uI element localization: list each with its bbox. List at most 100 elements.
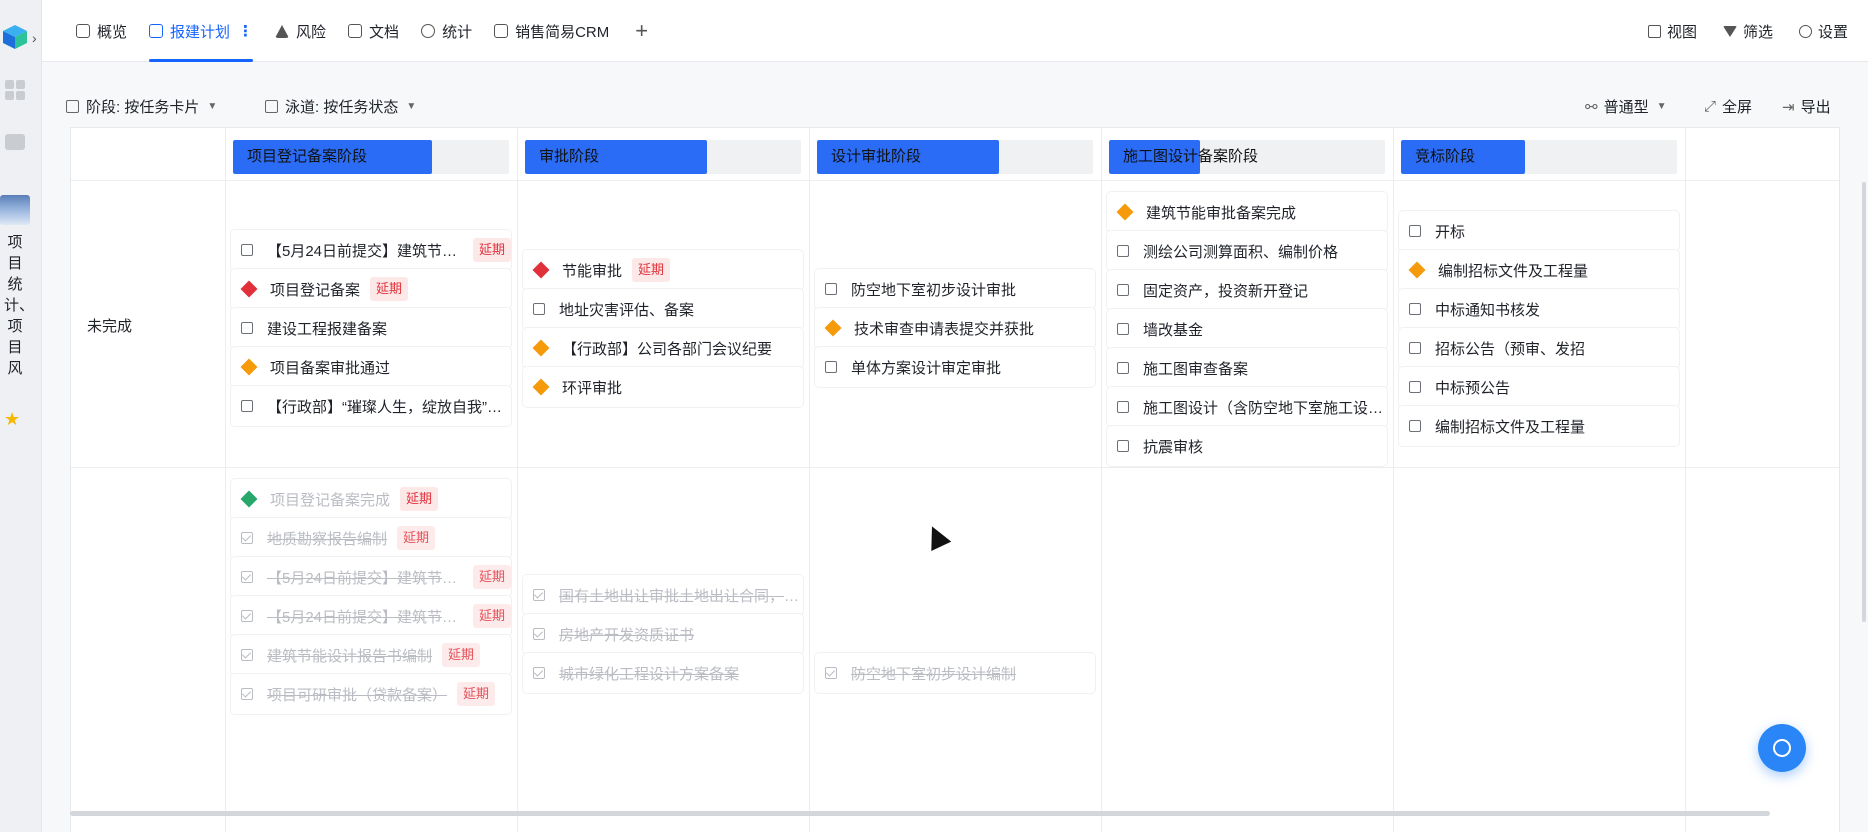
lane-mode-dropdown[interactable]: 泳道: 按任务状态 ▼	[265, 96, 416, 117]
apps-grid-icon[interactable]	[5, 80, 25, 100]
task-card[interactable]: 编制招标文件及工程量	[1399, 250, 1679, 290]
task-card[interactable]: 技术审查申请表提交并获批	[815, 308, 1095, 348]
checkbox-icon[interactable]	[1117, 323, 1129, 335]
tab-2[interactable]: 风险	[275, 0, 326, 62]
task-card[interactable]: 建设工程报建备案	[231, 308, 511, 348]
export-button[interactable]: ⇥ 导出	[1782, 96, 1831, 117]
task-card[interactable]: 节能审批 延期	[523, 250, 803, 290]
task-card[interactable]: 施工图设计（含防空地下室施工设计）	[1107, 387, 1387, 427]
tab-5[interactable]: 销售简易CRM	[494, 0, 609, 62]
task-card[interactable]: 防空地下室初步设计审批	[815, 269, 1095, 309]
star-icon[interactable]: ★	[4, 409, 20, 430]
checkbox-icon[interactable]	[1117, 401, 1129, 413]
checkbox-icon[interactable]	[1409, 420, 1421, 432]
checked-box-icon[interactable]	[533, 667, 545, 679]
task-card[interactable]: 测绘公司测算面积、编制价格	[1107, 231, 1387, 271]
task-card[interactable]: 中标通知书核发	[1399, 289, 1679, 329]
task-card[interactable]: 环评审批	[523, 367, 803, 407]
task-card[interactable]: 地质勘察报告编制 延期	[231, 518, 511, 558]
task-card[interactable]: 编制招标文件及工程量	[1399, 406, 1679, 446]
checked-box-icon[interactable]	[825, 667, 837, 679]
checkbox-icon[interactable]	[1117, 245, 1129, 257]
checked-box-icon[interactable]	[241, 610, 253, 622]
expand-rail-chevron-icon[interactable]: ›	[32, 30, 37, 46]
task-card[interactable]: 项目可研审批（贷款备案） 延期	[231, 674, 511, 714]
checkbox-icon[interactable]	[241, 244, 253, 256]
task-card[interactable]: 【5月24日前提交】建筑节能审... 延期	[231, 596, 511, 636]
app-logo-icon[interactable]	[2, 24, 28, 50]
checkbox-icon[interactable]	[1409, 381, 1421, 393]
milestone-diamond-icon	[1116, 203, 1134, 221]
checked-box-icon[interactable]	[241, 688, 253, 700]
stage-header[interactable]: 设计审批阶段	[817, 140, 1093, 174]
task-card[interactable]: 开标	[1399, 211, 1679, 251]
stage-header[interactable]: 项目登记备案阶段	[233, 140, 509, 174]
fullscreen-button[interactable]: ⤢ 全屏	[1704, 96, 1752, 117]
tab-more-icon[interactable]: ⋮	[238, 22, 253, 40]
task-card[interactable]: 【行政部】“璀璨人生，绽放自我”女生专...	[231, 386, 511, 426]
checked-box-icon[interactable]	[533, 589, 545, 601]
add-tab-button[interactable]: +	[635, 18, 648, 44]
task-card[interactable]: 【行政部】公司各部门会议纪要	[523, 328, 803, 368]
card-type-dropdown[interactable]: ⚯ 普通型 ▼	[1585, 96, 1667, 117]
settings-button[interactable]: 设置	[1798, 21, 1848, 42]
checkbox-icon[interactable]	[1409, 225, 1421, 237]
task-card[interactable]: 国有土地出让审批土地出让合同，土地证	[523, 575, 803, 615]
checked-box-icon[interactable]	[241, 571, 253, 583]
stage-header[interactable]: 施工图设计备案阶段	[1109, 140, 1385, 174]
task-title: 地质勘察报告编制	[267, 530, 388, 548]
view-button[interactable]: 视图	[1647, 21, 1697, 42]
task-card[interactable]: 项目登记备案 延期	[231, 269, 511, 309]
folder-icon[interactable]	[5, 134, 25, 150]
task-card[interactable]: 防空地下室初步设计编制	[815, 653, 1095, 693]
task-card[interactable]: 建筑节能审批备案完成	[1107, 192, 1387, 232]
task-title: 中标通知书核发	[1435, 301, 1541, 319]
filter-button[interactable]: 筛选	[1722, 21, 1773, 42]
rail-project-label[interactable]: 项目统计、项目风	[4, 232, 34, 379]
checkbox-icon[interactable]	[1409, 303, 1421, 315]
checkbox-icon[interactable]	[1117, 440, 1129, 452]
tab-3[interactable]: 文档	[348, 0, 399, 62]
calendar-icon	[66, 100, 79, 113]
project-thumbnail[interactable]	[0, 195, 30, 225]
task-card[interactable]: 招标公告（预审、发招	[1399, 328, 1679, 368]
task-card[interactable]: 项目备案审批通过	[231, 347, 511, 387]
task-card[interactable]: 中标预公告	[1399, 367, 1679, 407]
task-card[interactable]: 【5月24日前提交】建筑节能审... 延期	[231, 557, 511, 597]
task-card[interactable]: 单体方案设计审定审批	[815, 347, 1095, 387]
vertical-scrollbar[interactable]	[1862, 182, 1866, 622]
task-card[interactable]: 地址灾害评估、备案	[523, 289, 803, 329]
checkbox-icon[interactable]	[825, 283, 837, 295]
checked-box-icon[interactable]	[533, 628, 545, 640]
checkbox-icon[interactable]	[241, 400, 253, 412]
task-card[interactable]: 施工图审查备案	[1107, 348, 1387, 388]
checkbox-icon[interactable]	[825, 361, 837, 373]
horizontal-scrollbar[interactable]	[70, 811, 1770, 816]
tab-1[interactable]: 报建计划 ⋮	[149, 0, 254, 62]
checkbox-icon[interactable]	[241, 322, 253, 334]
tab-0[interactable]: 概览	[76, 0, 127, 62]
task-card[interactable]: 城市绿化工程设计方案备案	[523, 653, 803, 693]
checkbox-icon[interactable]	[1409, 342, 1421, 354]
stage-mode-dropdown[interactable]: 阶段: 按任务卡片 ▼	[66, 96, 217, 117]
task-card[interactable]: 【5月24日前提交】建筑节能审... 延期	[231, 230, 511, 270]
assistant-button[interactable]	[1758, 724, 1806, 772]
task-card[interactable]: 抗震审核	[1107, 426, 1387, 466]
checked-box-icon[interactable]	[241, 649, 253, 661]
stage-header[interactable]: 竞标阶段	[1401, 140, 1677, 174]
checked-box-icon[interactable]	[241, 532, 253, 544]
task-title: 项目登记备案	[270, 281, 361, 299]
task-card[interactable]: 墙改基金	[1107, 309, 1387, 349]
checkbox-icon[interactable]	[1117, 284, 1129, 296]
checkbox-icon[interactable]	[1117, 362, 1129, 374]
task-card[interactable]: 房地产开发资质证书	[523, 614, 803, 654]
task-card[interactable]: 项目登记备案完成 延期	[231, 479, 511, 519]
chevron-down-icon: ▼	[207, 101, 218, 112]
task-card[interactable]: 建筑节能设计报告书编制 延期	[231, 635, 511, 675]
tab-4[interactable]: 统计	[421, 0, 472, 62]
stage-header[interactable]: 审批阶段	[525, 140, 801, 174]
task-title: 技术审查申请表提交并获批	[854, 320, 1035, 338]
delay-badge: 延期	[370, 277, 409, 301]
task-card[interactable]: 固定资产，投资新开登记	[1107, 270, 1387, 310]
checkbox-icon[interactable]	[533, 303, 545, 315]
